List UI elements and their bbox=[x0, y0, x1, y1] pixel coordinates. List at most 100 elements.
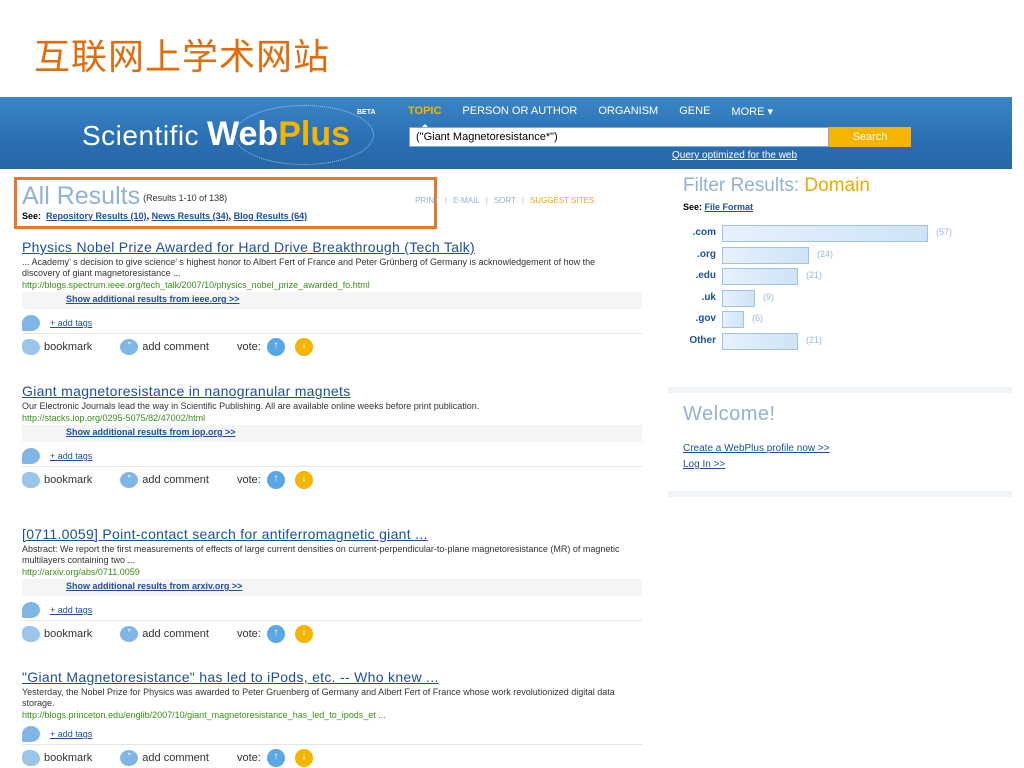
vote-label: vote: bbox=[236, 628, 261, 640]
comment-icon[interactable]: ” bbox=[120, 626, 139, 642]
filter-title-domain: Domain bbox=[804, 175, 870, 196]
bookmark-link[interactable]: bookmark bbox=[44, 474, 92, 486]
domain-row[interactable]: .edu (21) bbox=[668, 268, 1012, 286]
vote-down-icon[interactable]: ↓ bbox=[294, 338, 313, 356]
nav-topic[interactable]: TOPIC bbox=[408, 105, 441, 129]
result-title-link[interactable]: [0711.0059] Point-contact search for ant… bbox=[22, 526, 642, 542]
login-link[interactable]: Log In >> bbox=[683, 459, 725, 470]
result-url[interactable]: http://blogs.spectrum.ieee.org/tech_talk… bbox=[22, 280, 642, 290]
vote-label: vote: bbox=[236, 341, 261, 353]
domain-row[interactable]: .org (24) bbox=[668, 246, 1012, 265]
email-link[interactable]: E-MAIL bbox=[453, 196, 480, 205]
result-url[interactable]: http://stacks.iop.org/0295-5075/82/47002… bbox=[22, 413, 642, 423]
filter-title: Filter Results: Domain bbox=[683, 175, 870, 197]
blog-results-link[interactable]: Blog Results (64) bbox=[234, 211, 308, 221]
results-panel: All Results (Results 1-10 of 138) See: Re… bbox=[0, 169, 660, 768]
domain-count: (6) bbox=[752, 313, 763, 323]
bookmark-icon[interactable] bbox=[22, 472, 40, 488]
results-heading: All Results (Results 1-10 of 138) bbox=[22, 182, 227, 211]
comment-icon[interactable]: ” bbox=[120, 750, 139, 766]
tags-row: + add tags bbox=[22, 315, 642, 334]
domain-label[interactable]: .gov bbox=[695, 313, 716, 324]
filter-title-label: Filter Results: bbox=[683, 175, 800, 196]
more-results-link[interactable]: Show additional results from ieee.org >> bbox=[66, 294, 240, 304]
webplus-screenshot: Scientific Web Plus BETA TOPIC PERSON OR… bbox=[0, 97, 1012, 768]
domain-label[interactable]: .org bbox=[697, 249, 716, 260]
result-url[interactable]: http://arxiv.org/abs/0711.0059 bbox=[22, 567, 642, 577]
domain-bar[interactable] bbox=[722, 268, 798, 285]
tag-icon bbox=[22, 315, 40, 331]
result-title-link[interactable]: Giant magnetoresistance in nanogranular … bbox=[22, 383, 642, 399]
result-snippet: ... Academy’ s decision to give science’… bbox=[22, 257, 596, 278]
domain-bar[interactable] bbox=[722, 246, 809, 264]
vote-down-icon[interactable]: ↓ bbox=[294, 749, 313, 767]
domain-bar[interactable] bbox=[722, 311, 744, 328]
result-item: [0711.0059] Point-contact search for ant… bbox=[22, 526, 642, 643]
domain-label[interactable]: .com bbox=[693, 227, 716, 238]
vote-up-icon[interactable]: ↑ bbox=[266, 625, 285, 643]
more-results-bar: Show additional results from ieee.org >> bbox=[22, 292, 642, 309]
add-tags-link[interactable]: + add tags bbox=[50, 605, 92, 615]
bookmark-link[interactable]: bookmark bbox=[44, 628, 92, 640]
vote-up-icon[interactable]: ↑ bbox=[266, 338, 285, 356]
domain-bar[interactable] bbox=[722, 289, 755, 307]
actions-row: bookmark ” add comment vote: ↑ ↓ bbox=[22, 471, 642, 489]
add-tags-link[interactable]: + add tags bbox=[50, 318, 92, 328]
nav-person-or-author[interactable]: PERSON OR AUTHOR bbox=[462, 105, 577, 118]
search-button[interactable]: Search bbox=[829, 127, 911, 147]
add-tags-link[interactable]: + add tags bbox=[50, 729, 92, 739]
site-logo[interactable]: Scientific Web Plus BETA bbox=[82, 105, 376, 165]
domain-bar[interactable] bbox=[722, 225, 928, 242]
search-input[interactable]: ("Giant Magnetoresistance*") bbox=[409, 127, 829, 147]
domain-row[interactable]: .gov (6) bbox=[668, 311, 1012, 329]
query-optimized-link[interactable]: Query optimized for the web bbox=[672, 150, 797, 161]
sidebar-empty-card bbox=[668, 497, 1012, 768]
result-url[interactable]: http://blogs.princeton.edu/englib/2007/1… bbox=[22, 710, 642, 720]
comment-icon[interactable]: ” bbox=[120, 472, 139, 488]
bookmark-icon[interactable] bbox=[22, 339, 40, 355]
search-type-nav: TOPIC PERSON OR AUTHOR ORGANISM GENE MOR… bbox=[408, 105, 773, 129]
more-results-link[interactable]: Show additional results from arxiv.org >… bbox=[66, 581, 242, 591]
file-format-link[interactable]: File Format bbox=[705, 202, 754, 212]
add-comment-link[interactable]: add comment bbox=[142, 752, 209, 764]
results-tools: PRINT | E-MAIL | SORT | SUGGEST SITES bbox=[415, 196, 595, 205]
sort-link[interactable]: SORT bbox=[494, 196, 516, 205]
domain-label[interactable]: .edu bbox=[695, 270, 716, 281]
domain-bar[interactable] bbox=[722, 332, 798, 350]
add-comment-link[interactable]: add comment bbox=[142, 341, 209, 353]
news-results-link[interactable]: News Results (34) bbox=[152, 211, 229, 221]
domain-row[interactable]: .com (57) bbox=[668, 225, 1012, 243]
create-profile-link[interactable]: Create a WebPlus profile now >> bbox=[683, 443, 830, 454]
add-comment-link[interactable]: add comment bbox=[142, 628, 209, 640]
more-results-link[interactable]: Show additional results from iop.org >> bbox=[66, 427, 236, 437]
tags-row: + add tags bbox=[22, 602, 642, 621]
bookmark-link[interactable]: bookmark bbox=[44, 752, 92, 764]
bookmark-link[interactable]: bookmark bbox=[44, 341, 92, 353]
domain-label[interactable]: Other bbox=[689, 335, 716, 346]
slide-title: 互联网上学术网站 bbox=[34, 37, 331, 78]
result-title-link[interactable]: "Giant Magnetoresistance" has led to iPo… bbox=[22, 669, 642, 685]
tags-row: + add tags bbox=[22, 448, 642, 467]
nav-organism[interactable]: ORGANISM bbox=[598, 105, 658, 118]
nav-gene[interactable]: GENE bbox=[679, 105, 710, 118]
actions-row: bookmark ” add comment vote: ↑ ↓ bbox=[22, 338, 642, 356]
domain-label[interactable]: .uk bbox=[702, 292, 716, 303]
vote-label: vote: bbox=[236, 474, 261, 486]
vote-up-icon[interactable]: ↑ bbox=[266, 749, 285, 767]
nav-more[interactable]: MORE bbox=[731, 105, 773, 118]
bookmark-icon[interactable] bbox=[22, 626, 40, 642]
add-tags-link[interactable]: + add tags bbox=[50, 451, 92, 461]
result-title-link[interactable]: Physics Nobel Prize Awarded for Hard Dri… bbox=[22, 239, 642, 255]
domain-row[interactable]: .uk (9) bbox=[668, 289, 1012, 308]
vote-up-icon[interactable]: ↑ bbox=[266, 471, 285, 489]
bookmark-icon[interactable] bbox=[22, 750, 40, 766]
vote-down-icon[interactable]: ↓ bbox=[294, 625, 313, 643]
logo-web: Web bbox=[207, 115, 279, 153]
vote-down-icon[interactable]: ↓ bbox=[294, 471, 313, 489]
suggest-sites-link[interactable]: SUGGEST SITES bbox=[530, 196, 594, 205]
domain-row[interactable]: Other (21) bbox=[668, 332, 1012, 351]
comment-icon[interactable]: ” bbox=[120, 339, 139, 355]
print-link[interactable]: PRINT bbox=[415, 196, 439, 205]
repository-results-link[interactable]: Repository Results (10) bbox=[46, 211, 147, 221]
add-comment-link[interactable]: add comment bbox=[142, 474, 209, 486]
